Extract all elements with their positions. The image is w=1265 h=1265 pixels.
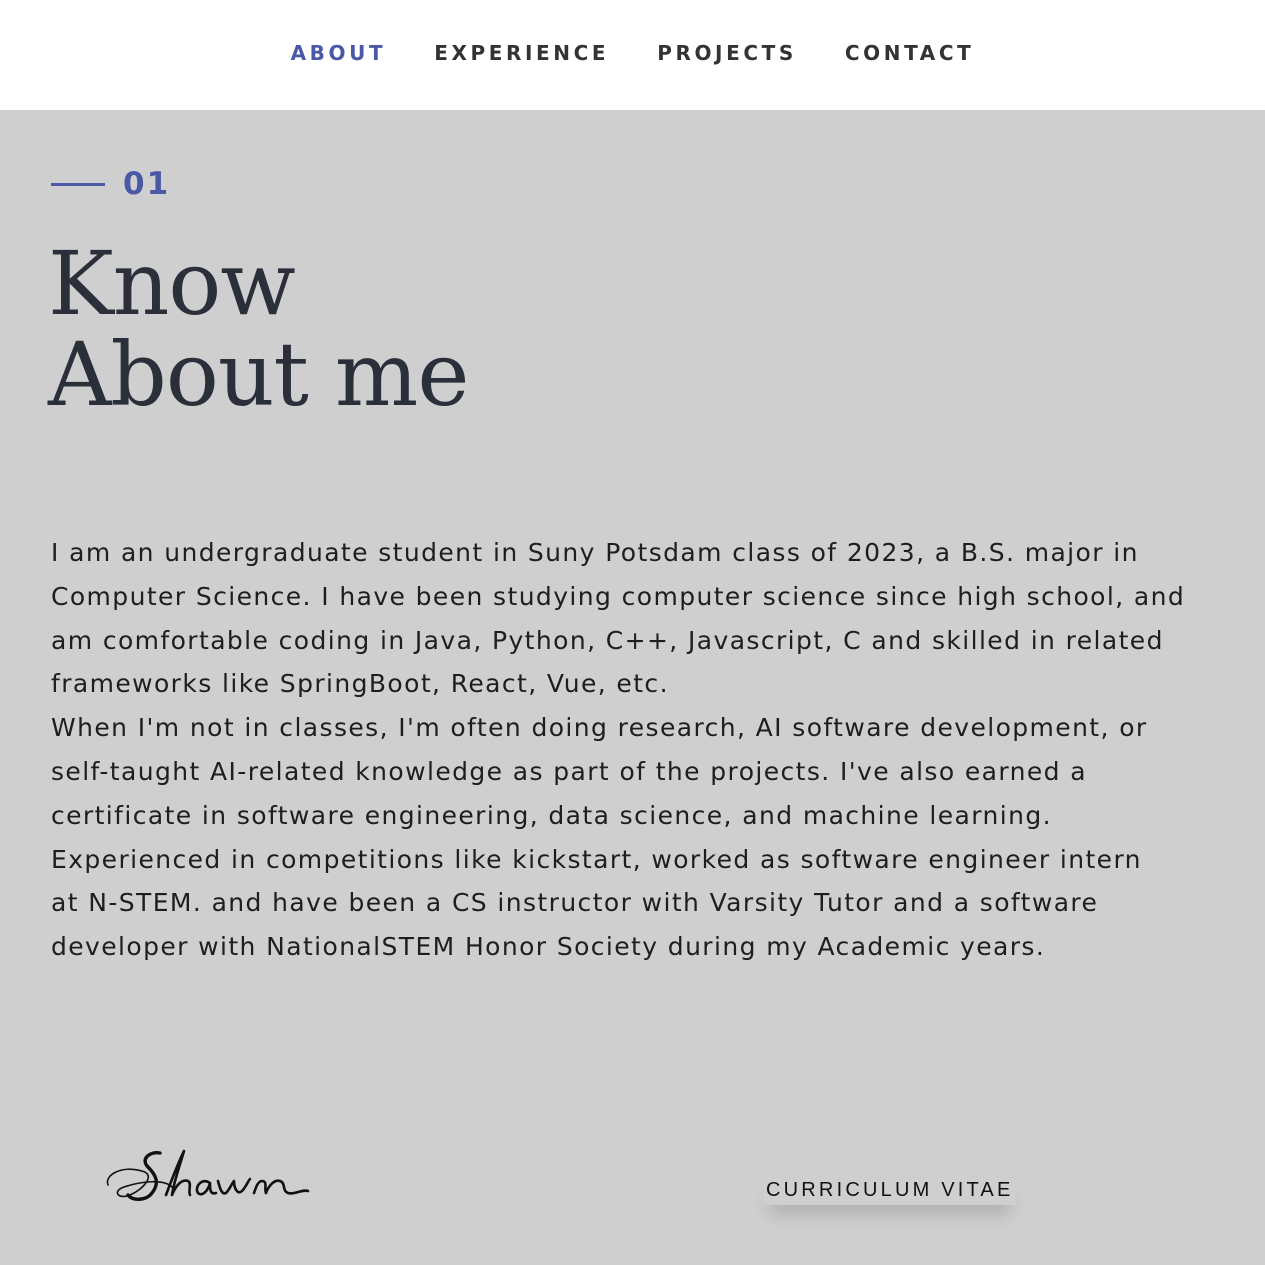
curriculum-vitae-button[interactable]: CURRICULUM VITAE	[764, 1175, 1016, 1205]
bio-paragraph-2: When I'm not in classes, I'm often doing…	[51, 713, 1148, 962]
section-number: 01	[51, 164, 170, 204]
nav-link-experience[interactable]: EXPERIENCE	[434, 41, 609, 65]
nav-link-projects[interactable]: PROJECTS	[657, 41, 797, 65]
nav-link-about[interactable]: ABOUT	[291, 41, 387, 65]
section-number-rule	[51, 182, 105, 186]
about-heading-line2: About me	[48, 323, 469, 426]
nav-link-contact[interactable]: CONTACT	[845, 41, 975, 65]
bio-paragraph-1: I am an undergraduate student in Suny Po…	[51, 538, 1186, 699]
section-number-label: 01	[123, 166, 171, 202]
signature-image	[106, 1149, 310, 1201]
about-bio: I am an undergraduate student in Suny Po…	[51, 531, 1251, 969]
top-navigation: ABOUT EXPERIENCE PROJECTS CONTACT	[0, 0, 1265, 110]
about-heading-line1: Know	[48, 232, 296, 335]
about-heading: Know About me	[48, 232, 469, 426]
